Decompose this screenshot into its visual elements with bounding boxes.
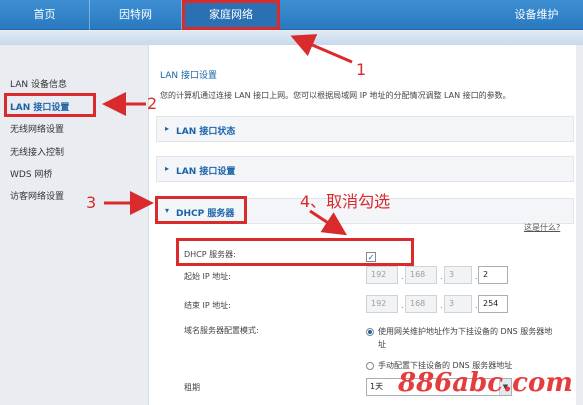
- arrow-4: [309, 209, 348, 236]
- annotation-number-3: 3: [86, 193, 97, 212]
- arrow-1: [290, 34, 353, 64]
- site-watermark: 886abc.com: [398, 368, 573, 398]
- annotation-number-2: 2: [147, 94, 158, 113]
- router-admin-page: 首页 因特网 家庭网络 设备维护 LAN 设备信息 LAN 接口设置 无线网络设…: [0, 0, 583, 405]
- annotation-step-4: 4、取消勾选: [300, 192, 391, 211]
- annotation-number-1: 1: [356, 60, 367, 79]
